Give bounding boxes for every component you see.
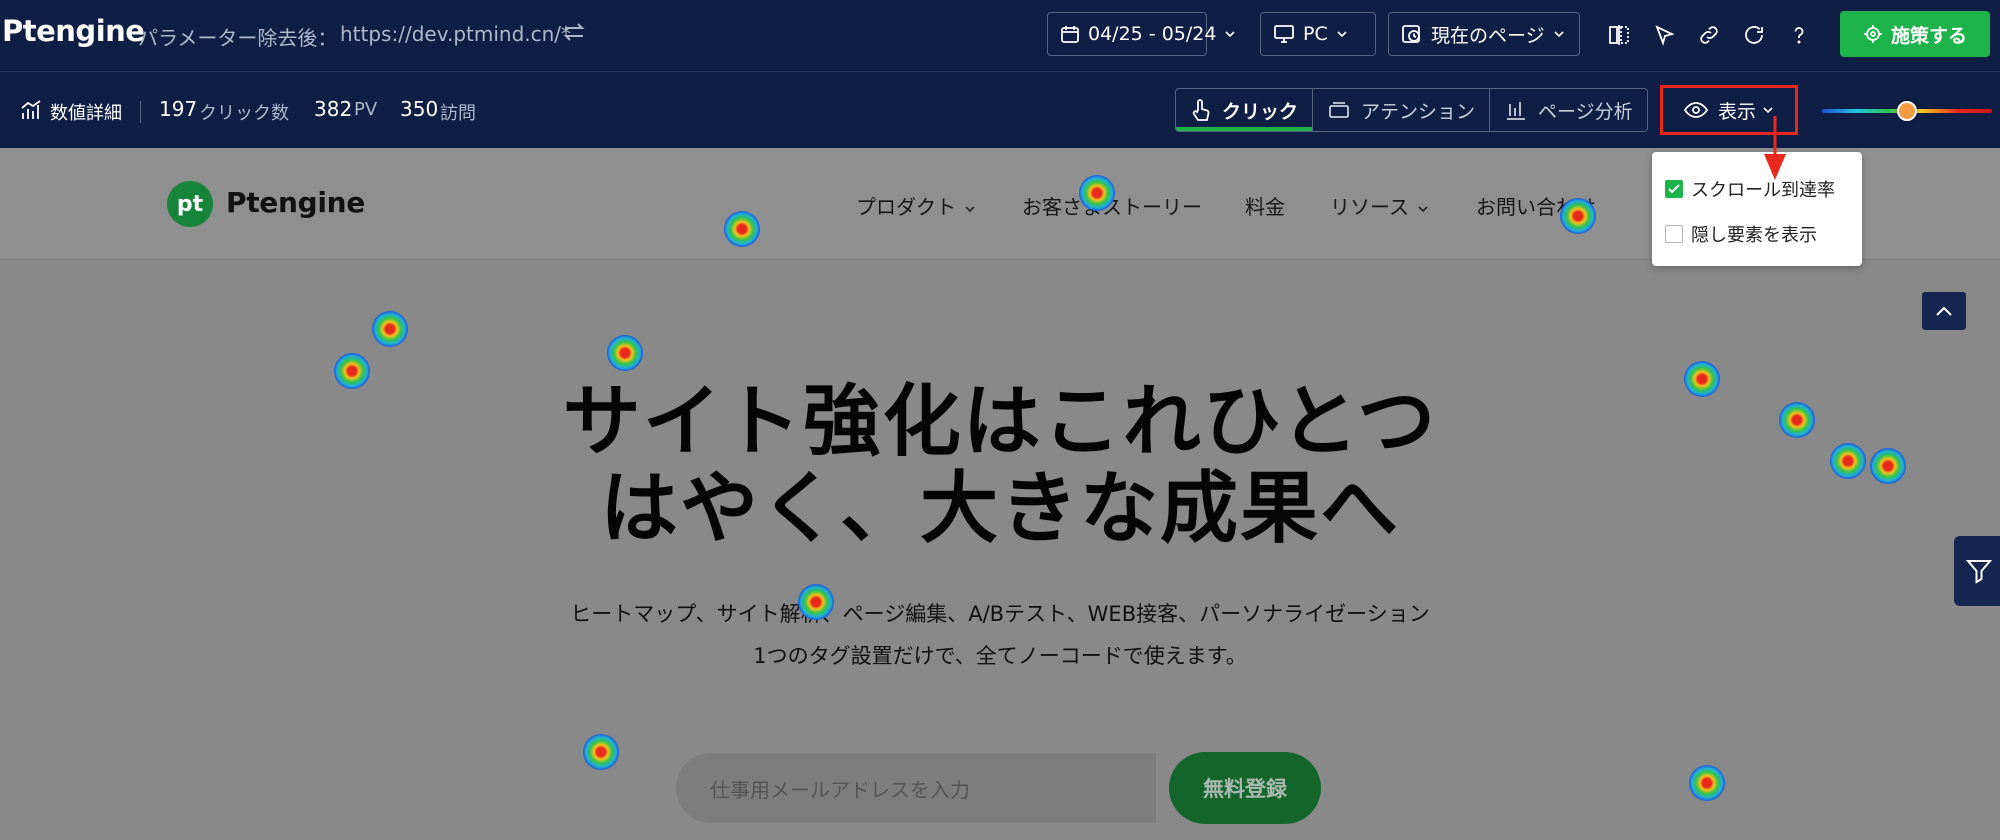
pv-count: 382 [314, 97, 353, 121]
date-range-label: 04/25 - 05/24 [1088, 23, 1217, 45]
option-show-hidden-label: 隠し要素を表示 [1691, 225, 1817, 246]
target-gear-icon [1863, 25, 1882, 43]
cursor-select-icon[interactable] [1649, 20, 1679, 50]
click-heat-spot [1779, 402, 1815, 438]
display-options-dropdown: スクロール到達率 隠し要素を表示 [1652, 152, 1862, 266]
chevron-down-icon [1337, 31, 1347, 38]
chevron-down-icon [965, 205, 975, 212]
click-heat-spot [372, 311, 408, 347]
tab-click[interactable]: クリック [1176, 89, 1314, 131]
annotation-arrow-icon [1764, 116, 1786, 180]
pv-unit: PV [354, 99, 378, 120]
signup-button[interactable]: 無料登録 [1169, 752, 1321, 824]
site-nav-label: リソース [1330, 195, 1409, 219]
filter-icon [1965, 560, 1993, 584]
page-scope-selector[interactable]: 現在のページ [1388, 12, 1580, 56]
layers-icon [1329, 102, 1349, 118]
app-logo: Ptengine [2, 14, 145, 48]
tab-attention-label: アテンション [1361, 100, 1476, 123]
clicks-unit: クリック数 [199, 103, 289, 124]
chevron-down-icon [1225, 31, 1236, 38]
heatmap-mode-tabs: クリック アテンション ページ分析 [1175, 88, 1648, 132]
clicks-count: 197 [159, 97, 198, 121]
chevron-down-icon [1418, 205, 1428, 212]
click-heat-spot [1684, 361, 1720, 397]
visits-unit: 訪問 [440, 103, 476, 124]
option-scroll-reach[interactable]: スクロール到達率 [1665, 176, 1835, 202]
stats-detail-link[interactable]: 数値詳細 [50, 99, 122, 125]
device-selector[interactable]: PC [1260, 12, 1376, 56]
click-heat-spot [583, 734, 619, 770]
click-heat-spot [1079, 175, 1115, 211]
tab-page-analysis[interactable]: ページ分析 [1490, 89, 1647, 131]
hero-subtitle-line2: 1つのタグ設置だけで、全てノーコードで使えます。 [753, 644, 1247, 668]
visits-count: 350 [400, 97, 439, 121]
site-nav-label: 料金 [1245, 195, 1285, 219]
swap-url-icon[interactable] [562, 20, 588, 46]
link-icon[interactable] [1694, 20, 1724, 50]
click-heat-spot [334, 353, 370, 389]
page-scope-label: 現在のページ [1431, 24, 1545, 47]
calendar-icon [1061, 26, 1079, 43]
page-history-icon [1402, 25, 1420, 43]
date-range-picker[interactable]: 04/25 - 05/24 [1047, 12, 1236, 56]
site-nav-item-pricing[interactable]: 料金 [1245, 191, 1285, 220]
heat-intensity-thumb[interactable] [1897, 101, 1917, 121]
url-param-label: パラメーター除去後： [138, 26, 338, 50]
site-logo-text: Ptengine [226, 186, 365, 219]
hero-subtitle-line1: ヒートマップ、サイト解析、ページ編集、A/Bテスト、WEB接客、パーソナライゼー… [570, 602, 1430, 626]
display-label: 表示 [1717, 100, 1756, 123]
site-nav-item-resources[interactable]: リソース [1330, 191, 1429, 220]
click-heat-spot [1830, 443, 1866, 479]
apply-campaign-button[interactable]: 施策する [1840, 11, 1990, 57]
chevron-down-icon [1763, 107, 1773, 114]
compare-icon[interactable] [1604, 20, 1634, 50]
option-show-hidden[interactable]: 隠し要素を表示 [1665, 221, 1817, 247]
chevron-down-icon [1554, 31, 1564, 38]
collapse-toolbar-button[interactable] [1922, 292, 1966, 330]
toolbar-row-secondary: 数値詳細 197 クリック数 382 PV 350 訪問 クリック アテンション… [0, 73, 2000, 148]
site-logo-mark: pt [167, 181, 213, 227]
divider [140, 101, 141, 123]
checkbox-checked[interactable] [1665, 180, 1683, 198]
click-heat-spot [724, 211, 760, 247]
monitor-icon [1274, 25, 1294, 43]
click-heat-spot [1689, 765, 1725, 801]
check-icon [1668, 184, 1680, 194]
refresh-icon[interactable] [1739, 20, 1769, 50]
bar-chart-icon [20, 99, 44, 125]
eye-icon [1683, 102, 1708, 118]
top-toolbar: Ptengine パラメーター除去後： https://dev.ptmind.c… [0, 0, 2000, 148]
click-heat-spot [1870, 448, 1906, 484]
site-nav-label: プロダクト [856, 195, 956, 219]
device-label: PC [1303, 23, 1328, 45]
chevron-up-icon [1936, 306, 1952, 316]
click-heat-spot [798, 584, 834, 620]
click-heat-spot [607, 335, 643, 371]
bar-chart-icon [1507, 102, 1526, 120]
click-heat-spot [1560, 198, 1596, 234]
help-icon[interactable] [1784, 20, 1814, 50]
site-nav-item-products[interactable]: プロダクト [856, 191, 976, 220]
page-url[interactable]: https://dev.ptmind.cn/* [340, 22, 571, 46]
checkbox-unchecked[interactable] [1665, 225, 1683, 243]
hand-pointer-icon [1192, 99, 1210, 121]
email-input[interactable]: 仕事用メールアドレスを入力 [676, 753, 1156, 823]
tab-attention[interactable]: アテンション [1313, 89, 1491, 131]
filter-panel-tab[interactable] [1954, 536, 2000, 606]
apply-label: 施策する [1890, 24, 1967, 47]
tab-page-analysis-label: ページ分析 [1538, 100, 1633, 123]
tab-click-label: クリック [1222, 100, 1299, 123]
toolbar-row-primary: Ptengine パラメーター除去後： https://dev.ptmind.c… [0, 0, 2000, 72]
hero-title-line2: はやく、大きな成果へ [599, 464, 1400, 554]
